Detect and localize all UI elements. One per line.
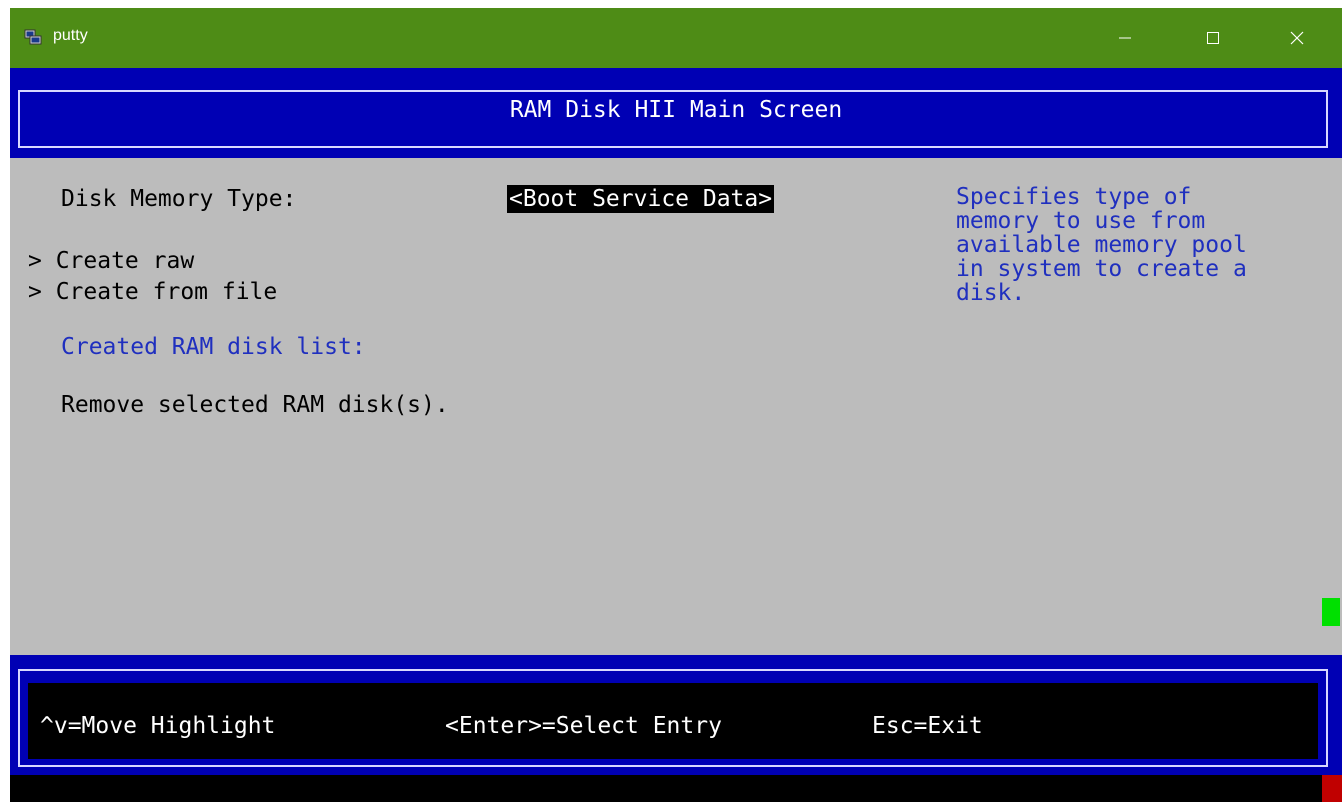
window-title: putty [53,27,88,44]
disk-memory-type-label: Disk Memory Type: [61,186,297,212]
close-button[interactable] [1268,8,1326,68]
header-bar: RAM Disk HII Main Screen [10,68,1342,158]
terminal-screen[interactable]: RAM Disk HII Main Screen Disk Memory Typ… [10,68,1342,802]
minimize-button[interactable] [1096,8,1154,68]
putty-icon [24,29,42,45]
key-hint-select: <Enter>=Select Entry [445,713,722,739]
title-bar[interactable]: putty [10,8,1342,68]
form-body: Disk Memory Type: <Boot Service Data> > … [10,158,1342,655]
menu-item-create-raw[interactable]: > Create raw [28,247,194,275]
close-icon [1290,31,1304,45]
created-ram-disk-list-label: Created RAM disk list: [61,334,366,360]
minimize-icon [1119,37,1131,39]
footer-bar: ^v=Move Highlight <Enter>=Select Entry E… [10,655,1342,775]
disk-memory-type-value[interactable]: <Boot Service Data> [507,185,775,213]
help-text: Specifies type of memory to use from ava… [956,184,1247,306]
maximize-icon [1207,32,1219,44]
screen-title: RAM Disk HII Main Screen [509,97,843,123]
scroll-indicator [1322,598,1340,626]
bottom-strip [10,775,1342,802]
key-hint-exit: Esc=Exit [872,713,983,739]
remove-selected-ram-disk[interactable]: Remove selected RAM disk(s). [61,391,449,419]
key-hint-move: ^v=Move Highlight [40,713,276,739]
cursor-mark [1322,775,1342,802]
maximize-button[interactable] [1184,8,1242,68]
menu-item-create-from-file[interactable]: > Create from file [28,278,277,306]
putty-window: putty RAM Disk HII Main Screen Disk Memo… [10,8,1342,802]
